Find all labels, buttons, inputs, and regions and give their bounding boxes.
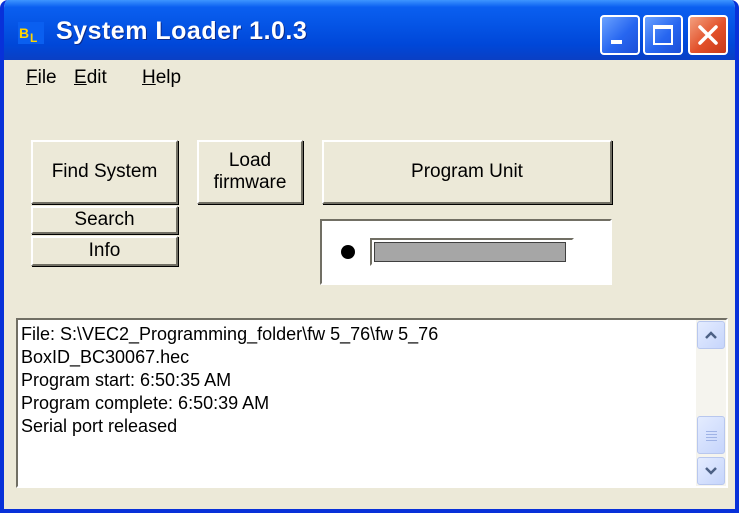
log-line: File: S:\VEC2_Programming_folder\fw 5_76… (21, 324, 439, 344)
menu-help[interactable]: Help (142, 66, 181, 90)
scrollbar-thumb[interactable] (697, 416, 725, 454)
scroll-down-button[interactable] (697, 457, 725, 485)
close-button[interactable] (688, 15, 728, 55)
title-bar[interactable]: B L System Loader 1.0.3 (4, 0, 735, 60)
progress-bar-fill (374, 242, 566, 262)
menu-edit[interactable]: Edit (74, 66, 107, 90)
info-button[interactable]: Info (31, 236, 178, 266)
log-line: BoxID_BC30067.hec (21, 347, 190, 367)
system-loader-window: B L System Loader 1.0.3 File Edit Help F… (0, 0, 739, 513)
minimize-icon (611, 40, 622, 44)
find-system-button[interactable]: Find System (31, 140, 178, 204)
window-title: System Loader 1.0.3 (56, 17, 308, 45)
maximize-button[interactable] (643, 15, 683, 55)
maximize-icon (653, 25, 673, 45)
load-firmware-button[interactable]: Load firmware (197, 140, 303, 204)
chevron-down-icon (705, 467, 717, 475)
log-line: Program complete: 6:50:39 AM (21, 393, 270, 413)
program-unit-button[interactable]: Program Unit (322, 140, 612, 204)
status-indicator-dot (341, 245, 355, 259)
svg-text:B: B (19, 25, 29, 41)
bl-app-icon: B L (18, 22, 44, 44)
svg-text:L: L (30, 31, 37, 44)
progress-panel (320, 219, 612, 285)
load-firmware-label-line2: firmware (213, 172, 287, 193)
menu-file[interactable]: File (26, 66, 57, 90)
chevron-up-icon (705, 331, 717, 339)
search-button[interactable]: Search (31, 206, 178, 234)
log-output[interactable]: File: S:\VEC2_Programming_folder\fw 5_76… (16, 318, 728, 488)
log-scrollbar[interactable] (696, 320, 726, 486)
log-lines: File: S:\VEC2_Programming_folder\fw 5_76… (21, 323, 691, 438)
minimize-button[interactable] (600, 15, 640, 55)
menu-bar: File Edit Help (4, 60, 735, 94)
close-icon (698, 25, 718, 45)
scroll-up-button[interactable] (697, 321, 725, 349)
progress-bar (370, 238, 574, 266)
log-line: Serial port released (21, 416, 178, 436)
log-line: Program start: 6:50:35 AM (21, 370, 232, 390)
load-firmware-label-line1: Load (228, 150, 272, 171)
